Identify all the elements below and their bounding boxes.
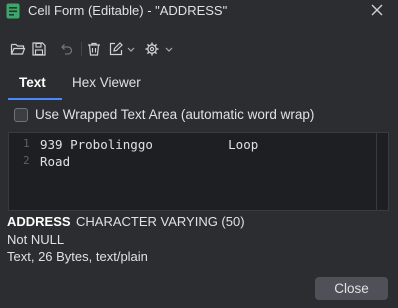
wrap-checkbox[interactable] [14,108,28,122]
text-editor: 1 2 939 Probolinggo Loop Road [8,132,389,211]
tab-text[interactable]: Text [19,75,46,90]
title-bar: Cell Form (Editable) - "ADDRESS" [0,0,398,22]
column-type: CHARACTER VARYING (50) [76,214,245,229]
delete-icon[interactable] [86,41,102,57]
value-summary: Text, 26 Bytes, text/plain [7,249,148,264]
form-icon [6,3,20,19]
editor-content[interactable]: 939 Probolinggo Loop Road [40,136,376,209]
save-icon[interactable] [31,41,47,57]
line-gutter: 1 2 [9,133,40,210]
open-folder-icon[interactable] [10,41,26,57]
edit-icon[interactable] [108,41,124,57]
window-title: Cell Form (Editable) - "ADDRESS" [28,3,228,18]
active-tab-indicator [8,98,62,100]
close-button[interactable]: Close [315,277,388,300]
tab-bar: Text Hex Viewer [0,72,398,102]
line-number: 1 [23,137,30,150]
toolbar-separator [81,42,82,56]
column-name: ADDRESS [7,214,71,229]
chevron-down-icon[interactable] [126,41,136,57]
editor-scrollbar-track[interactable] [376,133,377,210]
undo-icon[interactable] [58,41,74,57]
line-number: 2 [23,154,30,167]
wrap-checkbox-label[interactable]: Use Wrapped Text Area (automatic word wr… [35,107,314,122]
tab-hex-viewer[interactable]: Hex Viewer [72,75,141,90]
close-icon[interactable] [369,2,385,18]
toolbar [0,38,398,60]
settings-icon[interactable] [144,41,160,57]
column-nullability: Not NULL [7,232,65,247]
chevron-down-icon[interactable] [164,41,174,57]
